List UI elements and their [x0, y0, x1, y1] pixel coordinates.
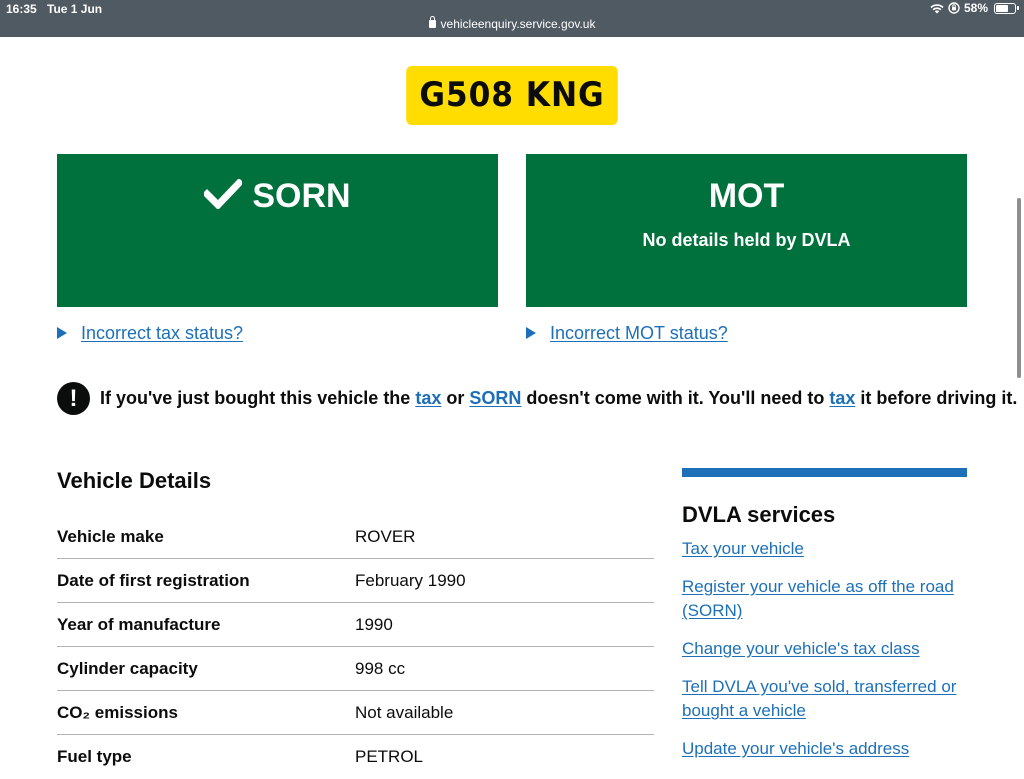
details-value: 1990	[355, 615, 393, 634]
details-row: Vehicle make ROVER	[57, 515, 654, 559]
details-row: Date of first registration February 1990	[57, 559, 654, 603]
details-value: February 1990	[355, 571, 466, 590]
status-time: 16:35	[6, 2, 37, 16]
details-value: 998 cc	[355, 659, 406, 678]
check-icon	[202, 177, 245, 219]
dvla-services-sidebar: DVLA services Tax your vehicle Register …	[682, 468, 967, 775]
triangle-right-icon	[57, 327, 67, 339]
triangle-right-icon	[526, 327, 536, 339]
details-value: PETROL	[355, 747, 424, 766]
warning-part-4: it before driving it.	[860, 388, 1018, 408]
incorrect-tax-toggle[interactable]: Incorrect tax status?	[57, 322, 243, 344]
tell-dvla-sold-link[interactable]: Tell DVLA you've sold, transferred or bo…	[682, 677, 956, 720]
battery-percent: 58%	[963, 1, 988, 15]
battery-level	[996, 4, 1008, 12]
battery-icon	[994, 2, 1019, 14]
details-key: Fuel type	[57, 747, 132, 766]
details-row: Cylinder capacity 998 cc	[57, 647, 654, 691]
change-tax-class-link[interactable]: Change your vehicle's tax class	[682, 639, 920, 658]
services-accent-bar	[682, 468, 967, 477]
details-value: Not available	[355, 703, 454, 722]
status-date: Tue 1 Jun	[47, 2, 103, 16]
list-item: Tell DVLA you've sold, transferred or bo…	[682, 675, 967, 723]
mot-status-detail: No details held by DVLA	[642, 230, 851, 250]
warning-part-3: doesn't come with it. You'll need to	[526, 388, 825, 408]
details-row: CO₂ emissions Not available	[57, 691, 654, 735]
exclamation-icon: !	[57, 382, 90, 415]
mot-status-title: MOT	[708, 177, 785, 215]
mot-status-panel: MOT No details held by DVLA	[526, 154, 967, 307]
warning-tax-link-2[interactable]: tax	[829, 388, 855, 409]
orientation-lock-icon	[948, 2, 960, 14]
status-indicators: 58%	[930, 1, 1019, 15]
browser-status-bar: 16:35 Tue 1 Jun 58% vehicleenquiry.servi…	[0, 0, 1024, 37]
register-sorn-link[interactable]: Register your vehicle as off the road (S…	[682, 577, 954, 620]
warning-tax-link[interactable]: tax	[415, 388, 441, 409]
details-row: Fuel type PETROL	[57, 735, 654, 779]
tax-status-label: SORN	[252, 177, 351, 215]
details-key: Date of first registration	[57, 571, 250, 590]
incorrect-mot-toggle[interactable]: Incorrect MOT status?	[526, 322, 728, 344]
services-list: Tax your vehicle Register your vehicle a…	[682, 537, 967, 761]
update-address-link[interactable]: Update your vehicle's address	[682, 739, 909, 758]
lock-icon	[428, 16, 436, 28]
details-key: Vehicle make	[57, 527, 164, 546]
details-row: Year of manufacture 1990	[57, 603, 654, 647]
tax-status-panel: SORN	[57, 154, 498, 307]
incorrect-tax-link[interactable]: Incorrect tax status?	[81, 322, 243, 344]
details-key: Cylinder capacity	[57, 659, 198, 678]
scrollbar[interactable]	[1017, 198, 1021, 378]
incorrect-mot-link[interactable]: Incorrect MOT status?	[550, 322, 728, 344]
tax-your-vehicle-link[interactable]: Tax your vehicle	[682, 539, 804, 558]
warning-part-2: or	[446, 388, 465, 408]
details-key: Year of manufacture	[57, 615, 221, 634]
vehicle-details-heading: Vehicle Details	[57, 468, 212, 493]
wifi-icon	[930, 3, 944, 14]
tax-status-title: SORN	[57, 175, 498, 219]
list-item: Change your vehicle's tax class	[682, 637, 967, 661]
registration-plate: G508 KNG	[406, 66, 618, 125]
list-item: Tax your vehicle	[682, 537, 967, 561]
warning-part-1: If you've just bought this vehicle the	[100, 388, 411, 408]
address-bar[interactable]: vehicleenquiry.service.gov.uk	[0, 16, 1024, 31]
details-value: ROVER	[355, 527, 416, 546]
url-text: vehicleenquiry.service.gov.uk	[440, 17, 596, 31]
list-item: Register your vehicle as off the road (S…	[682, 575, 967, 623]
details-key: CO₂ emissions	[57, 703, 178, 722]
warning-text: ! If you've just bought this vehicle the…	[57, 382, 1017, 415]
services-heading: DVLA services	[682, 502, 836, 527]
warning-sorn-link[interactable]: SORN	[469, 388, 521, 409]
vehicle-details-table: Vehicle make ROVER Date of first registr…	[57, 515, 654, 779]
list-item: Update your vehicle's address	[682, 737, 967, 761]
